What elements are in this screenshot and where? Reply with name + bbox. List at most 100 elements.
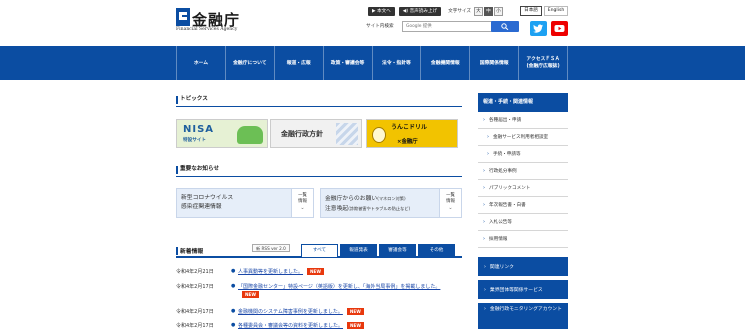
- nav-laws[interactable]: 法令・指針等: [371, 46, 421, 80]
- sidebar-item-label: 入札公告等: [489, 220, 512, 225]
- sidebar-item-label: 採用情報: [489, 237, 508, 242]
- lang-english-button[interactable]: English: [544, 6, 568, 16]
- youtube-play-icon: [554, 25, 565, 32]
- sidebar-item-label: パブリックコメント: [489, 186, 531, 191]
- chevron-down-icon: ⌄: [300, 205, 305, 211]
- new-badge: NEW: [346, 308, 364, 315]
- nav-about[interactable]: 金融庁について: [224, 46, 274, 80]
- nav-institutions[interactable]: 金融機関情報: [420, 46, 469, 80]
- nav-policy[interactable]: 政策・審議会等: [322, 46, 372, 80]
- site-header: 金融庁 Financial Services Agency ▶ 本文へ ◀) 音…: [0, 0, 745, 46]
- sidebar-item[interactable]: › 各種届出・申請: [478, 112, 568, 129]
- nav-access-fsa[interactable]: アクセスＦＳＡ (金融庁広報誌): [518, 46, 568, 80]
- sidebar-item[interactable]: › 行政処分事例: [478, 163, 568, 180]
- chevron-right-icon: ›: [483, 202, 485, 208]
- bullet-icon: ●: [231, 322, 236, 328]
- notice-covid-text: 新型コロナウイルス 感染症関連情報: [181, 194, 233, 212]
- notice-covid-more-toggle[interactable]: 一覧 情報 ⌄: [291, 189, 313, 217]
- topics-heading: トピックス: [176, 95, 462, 107]
- youtube-link[interactable]: [551, 21, 568, 36]
- nav-international[interactable]: 国際関係情報: [469, 46, 518, 80]
- nisa-banner-sub: 特設サイト: [183, 138, 206, 143]
- chevron-right-icon: ›: [484, 288, 486, 293]
- unko-drill-banner[interactable]: うんこドリル ×金融庁: [366, 119, 458, 148]
- notice-request-line1: 金融庁からのお願い: [325, 196, 378, 202]
- chevron-right-icon: ›: [483, 185, 485, 191]
- notice-covid[interactable]: 新型コロナウイルス 感染症関連情報 一覧 情報 ⌄: [176, 188, 314, 218]
- tab-press-release[interactable]: 報道発表: [340, 244, 377, 257]
- search-button[interactable]: [491, 21, 519, 32]
- sidebar-item[interactable]: › 年次報告書・白書: [478, 197, 568, 214]
- nav-home[interactable]: ホーム: [176, 46, 225, 80]
- search-input[interactable]: [402, 21, 492, 32]
- crocodile-mascot-icon: [237, 126, 263, 144]
- chevron-right-icon: ›: [483, 219, 485, 225]
- sidebar-item[interactable]: › 採用情報: [478, 231, 568, 248]
- bullet-icon: ●: [231, 283, 236, 289]
- sidebar-subitem[interactable]: › 手続・申請等: [478, 146, 568, 163]
- sidebar-link-monitoring[interactable]: › 金融行政モニタリングアカウント: [478, 303, 568, 331]
- important-notice-heading: 重要なお知らせ: [176, 165, 462, 177]
- chevron-right-icon: ›: [487, 134, 489, 140]
- skip-to-content-button[interactable]: ▶ 本文へ: [368, 6, 395, 16]
- font-size-small-button[interactable]: 小: [493, 6, 503, 16]
- sidebar-subitem[interactable]: › 金融サービス利用者相談室: [478, 129, 568, 146]
- news-tabs: すべて 報道発表 審議会等 その他: [299, 244, 455, 257]
- sidebar-link-industry[interactable]: › 業界団体等関係サービス: [478, 280, 568, 301]
- twitter-bird-icon: [533, 24, 543, 33]
- more-label: 情報: [298, 199, 307, 204]
- read-aloud-button[interactable]: ◀) 音声読み上げ: [398, 6, 442, 16]
- notice-request-line2-small: (詐欺被害やトラブルの防止など): [348, 206, 411, 211]
- tab-council[interactable]: 審議会等: [379, 244, 416, 257]
- more-label: 情報: [446, 199, 455, 204]
- sidebar-item-label: 年次報告書・白書: [489, 203, 526, 208]
- tab-other[interactable]: その他: [418, 244, 455, 257]
- sidebar-item-label: 各種届出・申請: [489, 118, 522, 123]
- news-date: 令和4年2月17日: [176, 323, 214, 329]
- sidebar-item[interactable]: › 入札公告等: [478, 214, 568, 231]
- sidebar-item-label: 手続・申請等: [493, 152, 521, 157]
- global-nav: ホーム 金融庁について 報道・広報 政策・審議会等 法令・指針等 金融機関情報 …: [0, 46, 745, 80]
- news-header: 新着情報 新 RSS ver 2.0 すべて 報道発表 審議会等 その他: [176, 244, 462, 258]
- news-link-text: 人事異動等を更新しました。: [238, 269, 304, 275]
- notice-request[interactable]: 金融庁からのお願い(マネロン対策) 注意喚起(詐欺被害やトラブルの防止など) 一…: [320, 188, 462, 218]
- news-link[interactable]: 人事異動等を更新しました。 NEW: [238, 268, 458, 276]
- building-illustration-icon: [336, 123, 358, 145]
- notice-request-line2: 注意喚起: [325, 206, 349, 212]
- fsa-logo[interactable]: 金融庁 Financial Services Agency: [176, 8, 246, 32]
- unko-drill-banner-title: うんこドリル: [391, 124, 428, 131]
- font-size-medium-button[interactable]: 中: [483, 6, 493, 16]
- sidebar-heading: 報道・手続・関連情報: [478, 93, 568, 112]
- more-label: 一覧: [298, 193, 307, 198]
- notice-covid-line1: 新型コロナウイルス: [181, 195, 234, 201]
- chevron-right-icon: ›: [483, 236, 485, 242]
- lang-japanese-button[interactable]: 日本語: [520, 6, 542, 16]
- financial-policy-banner[interactable]: 金融行政方針: [270, 119, 362, 148]
- font-size-label: 文字サイズ: [448, 9, 471, 14]
- news-link[interactable]: 各種委員会・審議会等の資料を更新しました。 NEW: [238, 322, 458, 330]
- utility-tools: ▶ 本文へ ◀) 音声読み上げ 文字サイズ 大 中 小: [368, 6, 504, 16]
- chevron-right-icon: ›: [483, 117, 485, 123]
- bullet-icon: ●: [231, 308, 236, 314]
- news-link-text: 「国際金融センター」特設ページ（英語版）を更新し、「海外当局事例」を掲載しました…: [238, 284, 441, 290]
- tab-all[interactable]: すべて: [301, 244, 338, 257]
- chevron-right-icon: ›: [487, 151, 489, 157]
- news-link-text: 金融機関のシステム障害事例を更新しました。: [238, 309, 343, 315]
- font-size-large-button[interactable]: 大: [473, 6, 483, 16]
- news-link[interactable]: 「国際金融センター」特設ページ（英語版）を更新し、「海外当局事例」を掲載しました…: [238, 283, 458, 299]
- notice-request-text: 金融庁からのお願い(マネロン対策) 注意喚起(詐欺被害やトラブルの防止など): [325, 194, 410, 214]
- news-link-text: 各種委員会・審議会等の資料を更新しました。: [238, 323, 344, 329]
- sidebar-link-related[interactable]: › 関連リンク: [478, 257, 568, 278]
- sidebar-link-label: 業界団体等関係サービス: [489, 288, 543, 293]
- news-link[interactable]: 金融機関のシステム障害事例を更新しました。 NEW: [238, 308, 458, 316]
- twitter-link[interactable]: [530, 21, 547, 36]
- nav-access-fsa-sub: (金融庁広報誌): [526, 64, 560, 69]
- chevron-right-icon: ›: [484, 265, 486, 270]
- sidebar-item[interactable]: › パブリックコメント: [478, 180, 568, 197]
- nav-press[interactable]: 報道・広報: [273, 46, 323, 80]
- financial-policy-banner-title: 金融行政方針: [281, 130, 323, 138]
- rss-button[interactable]: 新 RSS ver 2.0: [252, 244, 290, 252]
- nisa-banner[interactable]: NISA 特設サイト: [176, 119, 268, 148]
- news-date: 令和4年2月21日: [176, 269, 214, 275]
- notice-request-more-toggle[interactable]: 一覧 情報 ⌄: [439, 189, 461, 217]
